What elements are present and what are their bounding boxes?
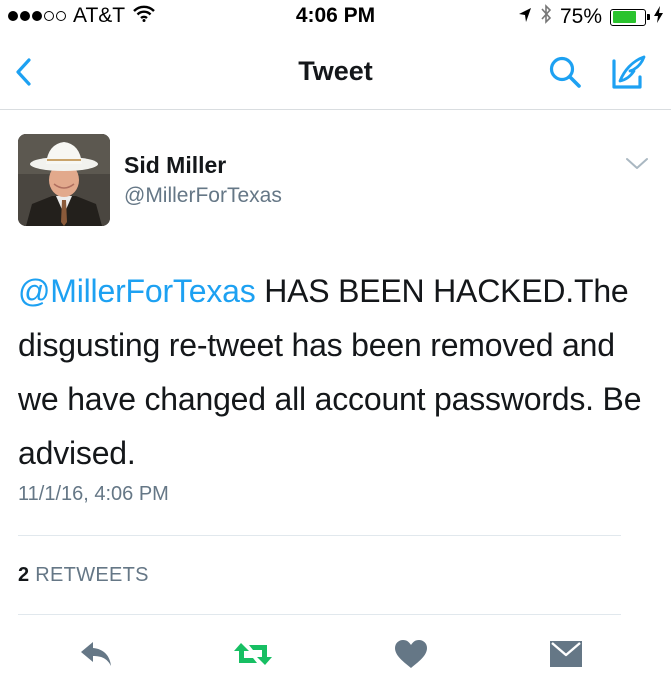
retweet-button[interactable] [231,632,275,676]
back-button[interactable] [8,52,38,92]
carrier-name: AT&T [73,4,126,27]
tweet-timestamp: 11/1/16, 4:06 PM [18,483,169,505]
divider [18,614,621,615]
status-bar: AT&T 4:06 PM 75% [0,0,671,34]
like-button[interactable] [389,632,433,676]
tweet-menu-button[interactable] [624,154,650,174]
retweet-stats[interactable]: 2 RETWEETS [18,564,149,587]
avatar[interactable] [18,134,110,226]
reply-button[interactable] [74,632,118,676]
location-arrow-icon [518,5,532,29]
retweet-count: 2 [18,564,30,586]
battery-icon [610,8,650,26]
tweet-header: Sid Miller @MillerForTexas [0,110,671,240]
reply-icon [81,642,111,666]
divider [18,535,621,536]
battery-percent: 75% [559,5,602,28]
direct-message-button[interactable] [544,632,588,676]
tweet-text: @MillerForTexas HAS BEEN HACKED.The disg… [18,264,658,480]
back-chevron-icon [16,58,31,86]
compose-tweet-icon [612,55,646,89]
direct-message-icon [550,641,582,667]
cellular-signal-icon [8,11,66,21]
charging-icon [654,5,663,29]
search-button[interactable] [545,52,585,92]
chevron-down-icon [626,158,648,169]
nav-bar: Tweet [0,34,671,110]
wifi-icon [133,4,155,28]
retweet-icon [234,643,272,665]
status-left: AT&T [8,4,155,28]
bluetooth-icon [540,4,552,30]
author-handle[interactable]: @MillerForTexas [124,184,282,208]
like-icon [395,640,427,668]
author-name[interactable]: Sid Miller [124,152,226,179]
retweet-label: RETWEETS [35,564,149,586]
mention-link[interactable]: @MillerForTexas [18,273,256,309]
compose-tweet-button[interactable] [607,50,651,94]
search-icon [549,56,581,88]
status-right: 75% [518,4,663,30]
